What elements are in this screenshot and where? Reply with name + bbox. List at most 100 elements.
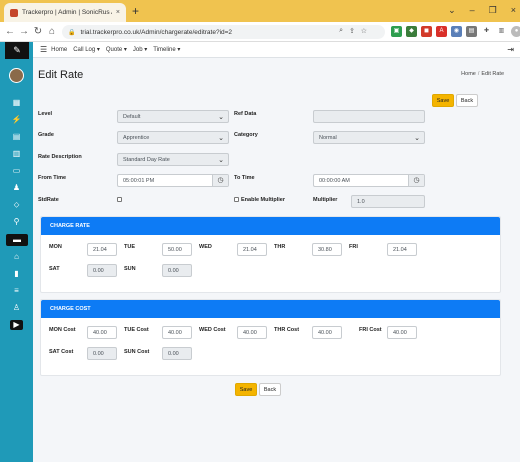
grade-value: Apprentice	[123, 134, 150, 141]
extension-tag-icon[interactable]: ◆	[406, 26, 417, 37]
plug-alt-icon[interactable]: ⚲	[11, 217, 22, 227]
sun-cost-input[interactable]: 0.00	[162, 347, 192, 360]
sun-rate-input[interactable]: 0.00	[162, 264, 192, 277]
home-sidebar-icon[interactable]: ⌂	[11, 252, 22, 262]
profile-icon[interactable]: ●	[511, 26, 520, 37]
wed-rate-label: WED	[199, 244, 212, 250]
browser-tab[interactable]: Trackerpro | Admin | SonicRus Ai ×	[4, 3, 126, 22]
nav-timeline[interactable]: Timeline ▾	[153, 46, 180, 53]
database-icon[interactable]: ▥	[11, 149, 22, 159]
sidebar-toggle-icon[interactable]: ▥	[496, 26, 507, 37]
close-window-icon[interactable]: ×	[511, 2, 516, 18]
tue-rate-input[interactable]: 50.00	[162, 243, 192, 256]
brand-logo-icon[interactable]: ✎	[5, 42, 29, 59]
std-rate-checkbox[interactable]	[117, 197, 122, 202]
rate-description-label: Rate Description	[38, 154, 82, 160]
share-icon[interactable]: ⇪	[349, 27, 355, 35]
from-time-value: 05:00:01 PM	[123, 177, 155, 184]
sat-cost-label: SAT Cost	[49, 349, 74, 355]
video-icon[interactable]: ▶	[10, 320, 23, 330]
minimize-icon[interactable]: –	[470, 2, 475, 18]
app-top-nav: ☰ Home Call Log ▾ Quote ▾ Job ▾ Timeline…	[33, 42, 520, 58]
sat-cost-input[interactable]: 0.00	[87, 347, 117, 360]
map-marker-icon[interactable]: ⬦	[11, 200, 22, 210]
tab-search-icon[interactable]: ⌄	[448, 2, 456, 18]
wed-cost-label: WED Cost	[199, 327, 226, 333]
nav-call-log[interactable]: Call Log ▾	[73, 46, 100, 53]
save-button-bottom[interactable]: Save	[235, 383, 257, 396]
ref-data-label: Ref Data	[234, 111, 257, 117]
nav-quote[interactable]: Quote ▾	[106, 46, 127, 53]
enable-multiplier-label: Enable Multiplier	[241, 197, 286, 203]
multiplier-input[interactable]: 1.0	[351, 195, 425, 208]
ref-data-input[interactable]	[313, 110, 425, 123]
from-time-input[interactable]: 05:00:01 PM ◷	[117, 174, 229, 187]
category-value: Normal	[319, 134, 337, 141]
home-icon[interactable]: ⌂	[45, 26, 59, 37]
forward-arrow-icon[interactable]: →	[17, 26, 31, 37]
rate-description-select[interactable]: Standard Day Rate ⌄	[117, 153, 229, 166]
monitor-icon[interactable]: ▭	[11, 166, 22, 176]
level-label: Level	[38, 111, 53, 117]
fri-cost-input[interactable]: 40.00	[387, 326, 417, 339]
extension-red-icon[interactable]: ◼	[421, 26, 432, 37]
clock-icon[interactable]: ◷	[408, 175, 424, 186]
fri-rate-input[interactable]: 21.04	[387, 243, 417, 256]
extension-pdf-icon[interactable]: A	[436, 26, 447, 37]
wed-cost-input[interactable]: 40.00	[237, 326, 267, 339]
extension-globe-icon[interactable]: ◉	[451, 26, 462, 37]
new-tab-button[interactable]: +	[132, 3, 139, 19]
clipboard-icon[interactable]: ▤	[11, 132, 22, 142]
stack-icon[interactable]: ≡	[11, 286, 22, 296]
back-button-top[interactable]: Back	[456, 94, 478, 107]
std-rate-label: StdRate	[38, 197, 59, 203]
file-icon[interactable]: ▮	[11, 269, 22, 279]
extensions-puzzle-icon[interactable]: ✚	[481, 26, 492, 37]
mon-rate-label: MON	[49, 244, 62, 250]
restore-icon[interactable]: ❐	[489, 2, 497, 18]
multiplier-label: Multiplier	[313, 197, 338, 203]
thr-rate-input[interactable]: 30.80	[312, 243, 342, 256]
mon-cost-input[interactable]: 40.00	[87, 326, 117, 339]
wed-rate-input[interactable]: 21.04	[237, 243, 267, 256]
user-avatar[interactable]	[9, 68, 24, 83]
thr-cost-input[interactable]: 40.00	[312, 326, 342, 339]
fri-rate-label: FRI	[349, 244, 358, 250]
users-icon[interactable]: ♟	[11, 183, 22, 193]
back-button-bottom[interactable]: Back	[259, 383, 281, 396]
dashboard-icon[interactable]: ▦	[11, 98, 22, 108]
lock-icon: 🔒	[68, 29, 76, 36]
mon-rate-input[interactable]: 21.04	[87, 243, 117, 256]
logout-icon[interactable]: ⇥	[507, 45, 514, 54]
bookmark-star-icon[interactable]: ☆	[361, 27, 367, 35]
breadcrumb: Home / Edit Rate	[461, 71, 504, 77]
briefcase-icon[interactable]: ▬	[6, 234, 28, 246]
charge-rate-header: CHARGE RATE	[41, 217, 500, 235]
extension-green-icon[interactable]: ▣	[391, 26, 402, 37]
to-time-label: To Time	[234, 175, 255, 181]
address-bar[interactable]: 🔒 trial.trackerpro.co.uk/Admin/chargerat…	[62, 25, 385, 39]
enable-multiplier-checkbox[interactable]	[234, 197, 239, 202]
level-select[interactable]: Default ⌄	[117, 110, 229, 123]
extensions-bar: ▣ ◆ ◼ A ◉ ▤ ✚ ▥ ● ⋮	[391, 26, 520, 37]
extension-grey-icon[interactable]: ▤	[466, 26, 477, 37]
hamburger-menu-icon[interactable]: ☰	[40, 45, 47, 54]
grade-select[interactable]: Apprentice ⌄	[117, 131, 229, 144]
grade-label: Grade	[38, 132, 54, 138]
reload-icon[interactable]: ↻	[31, 26, 45, 37]
to-time-input[interactable]: 00:00:00 AM ◷	[313, 174, 425, 187]
category-select[interactable]: Normal ⌄	[313, 131, 425, 144]
clock-icon[interactable]: ◷	[212, 175, 228, 186]
breadcrumb-home[interactable]: Home	[461, 71, 476, 77]
sat-rate-input[interactable]: 0.00	[87, 264, 117, 277]
thr-cost-label: THR Cost	[274, 327, 300, 333]
zoom-icon[interactable]: ⌕	[339, 27, 343, 35]
plug-icon[interactable]: ⚡	[11, 115, 22, 125]
tue-cost-input[interactable]: 40.00	[162, 326, 192, 339]
nav-home[interactable]: Home	[51, 47, 67, 53]
nav-job[interactable]: Job ▾	[133, 46, 147, 53]
tab-close-icon[interactable]: ×	[116, 9, 120, 16]
user-cog-icon[interactable]: ♙	[11, 303, 22, 313]
back-arrow-icon[interactable]: ←	[3, 26, 17, 37]
save-button-top[interactable]: Save	[432, 94, 454, 107]
